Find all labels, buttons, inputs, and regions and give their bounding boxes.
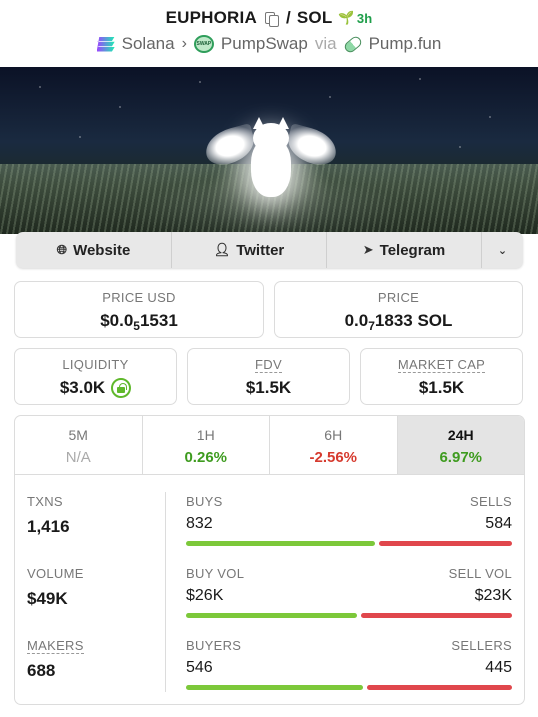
price-usd-card: PRICE USD $0.051531 bbox=[14, 281, 264, 338]
sellers-label: SELLERS bbox=[451, 638, 512, 653]
globe-icon: 🌐︎ bbox=[56, 242, 68, 257]
more-links-button[interactable]: ⌄ bbox=[482, 232, 523, 268]
token-banner-image bbox=[0, 67, 538, 234]
social-links-bar: 🌐︎ Website 👤︎ Twitter ➤ Telegram ⌄ bbox=[16, 232, 523, 268]
pumpswap-icon: SWAP bbox=[193, 35, 214, 53]
buys-sells-ratio-bar bbox=[186, 541, 512, 546]
user-icon: 👤︎ bbox=[213, 242, 231, 257]
volume-value: $49K bbox=[27, 589, 68, 608]
volume-label: VOLUME bbox=[27, 566, 84, 581]
chevron-down-icon: ⌄ bbox=[497, 244, 508, 257]
price-native-label: PRICE bbox=[377, 290, 420, 305]
buy-vol-label: BUY VOL bbox=[186, 566, 245, 581]
price-usd-value: $0.051531 bbox=[100, 311, 178, 333]
sprout-icon: 🌱 bbox=[338, 10, 355, 25]
buy-vol-bar bbox=[186, 613, 357, 618]
solana-icon bbox=[96, 36, 115, 52]
sells-bar bbox=[379, 541, 512, 546]
price-usd-label: PRICE USD bbox=[102, 290, 176, 305]
stats-divider bbox=[165, 492, 166, 692]
makers-value: 688 bbox=[27, 661, 56, 680]
tab-1h[interactable]: 1H 0.26% bbox=[143, 416, 270, 474]
price-native-card: PRICE 0.071833 SOL bbox=[274, 281, 523, 338]
pair-age: 🌱 3h bbox=[338, 10, 372, 26]
liquidity-value-row: $3.0K bbox=[15, 378, 176, 398]
sellers-value: 445 bbox=[485, 659, 512, 676]
tab-24h[interactable]: 24H 6.97% bbox=[397, 416, 524, 474]
buys-sells-stat: BUYS SELLS 832 584 bbox=[186, 494, 512, 546]
buyers-ratio-bar bbox=[186, 685, 512, 690]
pill-icon bbox=[342, 34, 364, 54]
txns-label: TXNS bbox=[27, 494, 63, 509]
fdv-card: FDV $1.5K bbox=[187, 348, 350, 405]
copy-icon[interactable] bbox=[264, 11, 279, 27]
buys-bar bbox=[186, 541, 376, 546]
sells-value: 584 bbox=[485, 515, 512, 532]
pair-separator: / bbox=[285, 8, 291, 27]
liquidity-card: LIQUIDITY $3.0K bbox=[14, 348, 177, 405]
buys-value: 832 bbox=[186, 515, 213, 532]
paper-plane-icon: ➤ bbox=[362, 242, 374, 257]
dex-link[interactable]: PumpSwap bbox=[221, 34, 308, 54]
website-button[interactable]: 🌐︎ Website bbox=[16, 232, 172, 268]
twitter-button[interactable]: 👤︎ Twitter bbox=[172, 232, 327, 268]
liquidity-label: LIQUIDITY bbox=[62, 357, 129, 372]
telegram-label: Telegram bbox=[379, 241, 446, 259]
volume-ratio-bar bbox=[186, 613, 512, 618]
liquidity-lock-icon[interactable] bbox=[111, 378, 132, 398]
telegram-button[interactable]: ➤ Telegram bbox=[327, 232, 482, 268]
via-label: via bbox=[314, 34, 337, 53]
twitter-label: Twitter bbox=[236, 241, 285, 259]
launchpad-link[interactable]: Pump.fun bbox=[369, 34, 442, 54]
sell-vol-value: $23K bbox=[474, 587, 512, 604]
sell-vol-label: SELL VOL bbox=[448, 566, 512, 581]
sells-label: SELLS bbox=[470, 494, 512, 509]
txns-value: 1,416 bbox=[27, 517, 70, 536]
txns-stat: TXNS 1,416 bbox=[27, 494, 70, 537]
buyers-sellers-stat: BUYERS SELLERS 546 445 bbox=[186, 638, 512, 690]
market-cap-card: MARKET CAP $1.5K bbox=[360, 348, 523, 405]
fdv-value: $1.5K bbox=[245, 378, 292, 397]
tab-6h[interactable]: 6H -2.56% bbox=[270, 416, 398, 474]
timeframe-tabs: 5M N/A 1H 0.26% 6H -2.56% 24H 6.97% bbox=[15, 416, 524, 475]
buyers-value: 546 bbox=[186, 659, 213, 676]
chevron-right-icon: › bbox=[181, 35, 187, 52]
buy-vol-value: $26K bbox=[186, 587, 224, 604]
pair-header: EUPHORIA / SOL 🌱 3h Solana › SWAP PumpSw… bbox=[0, 0, 538, 66]
pair-breadcrumb: Solana › SWAP PumpSwap via Pump.fun bbox=[0, 34, 538, 54]
pair-age-value: 3h bbox=[356, 10, 373, 26]
pair-title: EUPHORIA / SOL 🌱 3h bbox=[0, 8, 538, 28]
website-label: Website bbox=[73, 241, 131, 259]
makers-stat: MAKERS 688 bbox=[27, 638, 84, 681]
buys-label: BUYS bbox=[186, 494, 223, 509]
sellers-bar bbox=[367, 685, 512, 690]
buy-sell-volume-stat: BUY VOL SELL VOL $26K $23K bbox=[186, 566, 512, 618]
tab-5m[interactable]: 5M N/A bbox=[15, 416, 143, 474]
market-cap-label[interactable]: MARKET CAP bbox=[361, 357, 522, 373]
makers-label[interactable]: MAKERS bbox=[27, 638, 84, 654]
txn-stats-panel: 5M N/A 1H 0.26% 6H -2.56% 24H 6.97% TXNS… bbox=[14, 415, 525, 705]
chain-link[interactable]: Solana bbox=[122, 34, 175, 54]
market-cap-value: $1.5K bbox=[418, 378, 465, 397]
winged-cat-figure bbox=[201, 117, 341, 199]
price-native-value: 0.071833 SOL bbox=[344, 311, 453, 333]
quote-token: SOL bbox=[296, 8, 333, 27]
liquidity-value: $3.0K bbox=[59, 378, 106, 397]
buyers-label: BUYERS bbox=[186, 638, 242, 653]
sell-vol-bar bbox=[360, 613, 512, 618]
token-name: EUPHORIA bbox=[165, 8, 257, 27]
fdv-label[interactable]: FDV bbox=[188, 357, 349, 373]
volume-stat: VOLUME $49K bbox=[27, 566, 84, 609]
buyers-bar bbox=[186, 685, 364, 690]
